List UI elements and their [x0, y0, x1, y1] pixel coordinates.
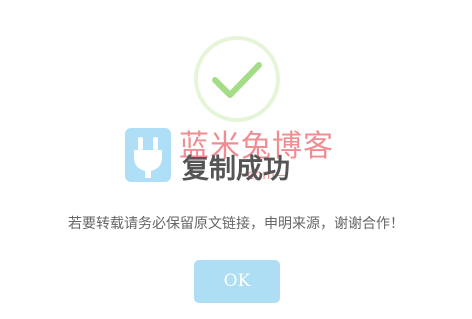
- dialog-title: 复制成功: [182, 154, 290, 185]
- check-circle-icon: [194, 36, 280, 122]
- dialog-message: 若要转载请务必保留原文链接，申明来源，谢谢合作！: [68, 216, 404, 232]
- success-dialog: 蓝米兔博客 ·com— 复制成功 若要转载请务必保留原文链接，申明来源，谢谢合作…: [0, 0, 472, 319]
- ok-button[interactable]: OK: [194, 260, 280, 303]
